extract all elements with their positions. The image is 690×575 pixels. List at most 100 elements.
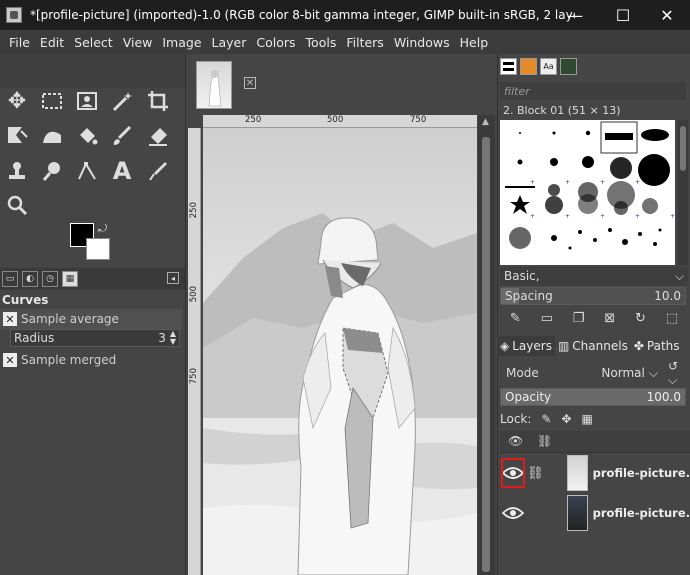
rect-select-tool-icon[interactable] — [37, 86, 67, 116]
sample-average-checkbox[interactable]: ✕ — [3, 312, 17, 326]
minimize-button[interactable]: — — [552, 0, 598, 30]
tool-options-dock-tabs: ▭ ◐ ◷ ▦ ◂ — [0, 268, 185, 290]
menu-bar: File Edit Select View Image Layer Colors… — [0, 30, 690, 54]
refresh-brushes-icon[interactable]: ↻ — [635, 311, 646, 326]
lock-label: Lock: — [500, 412, 532, 426]
move-tool-icon[interactable]: ✥ — [2, 86, 32, 116]
mode-reset-icon[interactable]: ↺ ⌵ — [668, 359, 690, 388]
warp-transform-tool-icon[interactable] — [37, 121, 67, 151]
fuzzy-select-tool-icon[interactable] — [107, 86, 137, 116]
layer-row[interactable]: profile-picture. — [500, 493, 690, 533]
zoom-tool-icon[interactable] — [2, 190, 32, 220]
swap-colors-icon[interactable]: ⤾ — [98, 222, 107, 236]
images-tab-icon[interactable]: ▦ — [62, 271, 78, 287]
scrollbar-thumb[interactable] — [482, 137, 490, 572]
canvas-image[interactable] — [203, 128, 477, 575]
menu-file[interactable]: File — [4, 35, 35, 50]
edit-brush-icon[interactable]: ✎ — [510, 311, 521, 326]
close-image-tab-icon[interactable]: ✕ — [244, 77, 256, 89]
close-button[interactable]: ✕ — [644, 0, 690, 30]
menu-tools[interactable]: Tools — [301, 35, 342, 50]
layers-dock-tabs: ◈ Layers ▥ Channels ✤ Paths — [497, 336, 690, 356]
opacity-value: 100.0 — [646, 390, 681, 404]
sample-merged-label: Sample merged — [21, 353, 117, 367]
lock-position-icon[interactable]: ✥ — [561, 412, 571, 426]
new-brush-icon[interactable]: ▭ — [541, 311, 553, 326]
menu-select[interactable]: Select — [69, 35, 118, 50]
bucket-fill-tool-icon[interactable] — [72, 121, 102, 151]
radius-spinner[interactable]: Radius 3 ▲ ▼ — [10, 329, 180, 347]
canvas-vertical-scrollbar[interactable]: ▲ — [478, 115, 495, 575]
foreground-select-tool-icon[interactable] — [72, 86, 102, 116]
mode-label: Mode — [506, 366, 539, 380]
brush-preset-dropdown[interactable]: Basic, ⌵ — [500, 267, 688, 285]
gimp-app-icon — [6, 7, 22, 23]
brush-filter-input[interactable]: filter — [500, 82, 686, 100]
lock-pixels-icon[interactable]: ✎ — [541, 412, 551, 426]
sample-merged-row[interactable]: ✕ Sample merged — [0, 350, 182, 370]
sample-merged-checkbox[interactable]: ✕ — [3, 353, 17, 367]
layer-list-header: 👁 ⛓ — [500, 431, 690, 453]
fonts-tab-icon[interactable]: Aa — [540, 58, 557, 75]
spacing-slider[interactable]: Spacing 10.0 — [500, 287, 686, 305]
background-color[interactable] — [86, 238, 110, 260]
device-status-tab-icon[interactable]: ◐ — [22, 271, 38, 287]
menu-image[interactable]: Image — [157, 35, 206, 50]
tool-options-tab-icon[interactable]: ▭ — [2, 271, 18, 287]
undo-history-tab-icon[interactable]: ◷ — [42, 271, 58, 287]
menu-layer[interactable]: Layer — [207, 35, 252, 50]
menu-filters[interactable]: Filters — [341, 35, 388, 50]
svg-text:+: + — [530, 179, 535, 186]
menu-view[interactable]: View — [118, 35, 158, 50]
layer-chain-icon[interactable]: ⛓ — [524, 466, 546, 481]
text-tool-icon[interactable]: A — [107, 156, 137, 186]
color-picker-tool-icon[interactable] — [143, 156, 173, 186]
brush-scroll-thumb[interactable] — [680, 126, 686, 171]
duplicate-brush-icon[interactable]: ❐ — [573, 311, 585, 326]
v-ruler-tick: 750 — [189, 368, 199, 385]
layer-row[interactable]: ⛓ profile-picture. — [500, 453, 690, 493]
tab-paths[interactable]: ✤ Paths — [631, 336, 683, 356]
svg-text:+: + — [600, 179, 605, 186]
delete-brush-icon[interactable]: ⊠ — [604, 311, 615, 326]
paths-tool-icon[interactable] — [72, 156, 102, 186]
document-history-tab-icon[interactable] — [560, 58, 577, 75]
maximize-button[interactable]: ☐ — [600, 0, 646, 30]
image-tab-thumbnail[interactable] — [196, 61, 232, 109]
menu-windows[interactable]: Windows — [389, 35, 455, 50]
tab-layers-label: Layers — [512, 339, 552, 353]
patterns-tab-icon[interactable] — [520, 58, 537, 75]
dock-menu-icon[interactable]: ◂ — [167, 272, 179, 284]
opacity-slider[interactable]: Opacity 100.0 — [500, 388, 686, 406]
paintbrush-tool-icon[interactable] — [107, 121, 137, 151]
open-brush-as-image-icon[interactable]: ⬚ — [666, 311, 678, 326]
spinner-arrows-icon[interactable]: ▲ ▼ — [170, 330, 176, 346]
clone-tool-icon[interactable] — [2, 156, 32, 186]
scroll-up-arrow-icon[interactable]: ▲ — [482, 117, 489, 127]
spacing-value: 10.0 — [654, 289, 681, 303]
tab-layers[interactable]: ◈ Layers — [497, 336, 555, 356]
menu-colors[interactable]: Colors — [251, 35, 300, 50]
menu-help[interactable]: Help — [455, 35, 494, 50]
eraser-tool-icon[interactable] — [143, 121, 173, 151]
brush-grid-scrollbar[interactable] — [678, 120, 688, 265]
brush-grid[interactable]: + + + + + + + + + — [500, 120, 675, 265]
lock-alpha-icon[interactable]: ▦ — [582, 412, 593, 426]
layer-name[interactable]: profile-picture. — [593, 466, 690, 480]
smudge-tool-icon[interactable] — [37, 156, 67, 186]
brushes-tab-icon[interactable] — [500, 58, 517, 75]
layer-visibility-eye-icon[interactable] — [500, 458, 526, 488]
window-title: *[profile-picture] (imported)-1.0 (RGB c… — [30, 8, 575, 22]
vertical-ruler[interactable]: 250 500 750 — [188, 128, 201, 575]
tab-channels-label: Channels — [572, 339, 628, 353]
tab-channels[interactable]: ▥ Channels — [555, 336, 631, 356]
layer-name[interactable]: profile-picture. — [593, 506, 690, 520]
tab-paths-label: Paths — [646, 339, 680, 353]
menu-edit[interactable]: Edit — [35, 35, 69, 50]
mode-dropdown[interactable]: Normal — [582, 366, 649, 380]
transform-tool-icon[interactable] — [2, 121, 32, 151]
horizontal-ruler[interactable]: 250 500 750 — [203, 115, 477, 128]
sample-average-row[interactable]: ✕ Sample average — [0, 309, 182, 329]
crop-tool-icon[interactable] — [143, 86, 173, 116]
layer-visibility-eye-icon[interactable] — [502, 499, 525, 527]
